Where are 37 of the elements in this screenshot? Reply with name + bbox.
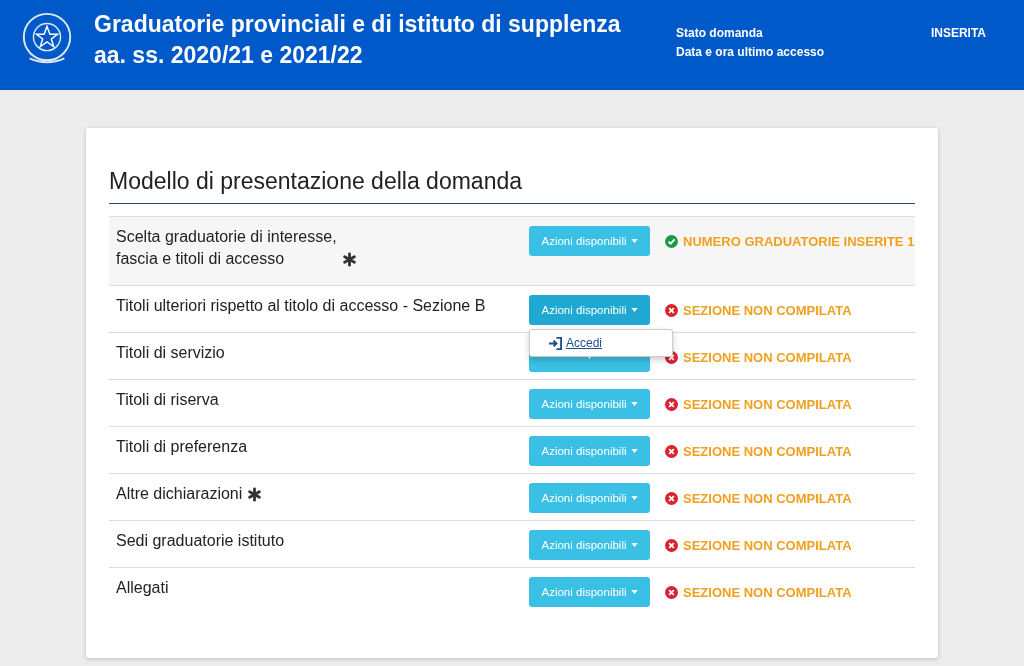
- section-label: Scelta graduatorie di interesse, fascia e titoli di accesso: [116, 227, 337, 269]
- section-label: Titoli di riserva: [116, 390, 219, 410]
- actions-button[interactable]: Azioni disponibili: [529, 226, 650, 256]
- caret-icon: [630, 543, 638, 547]
- section-title: Modello di presentazione della domanda: [109, 168, 915, 204]
- info-label: Stato domanda: [676, 26, 764, 40]
- status-text: SEZIONE NON COMPILATA: [683, 302, 852, 318]
- status-text: SEZIONE NON COMPILATA: [683, 584, 852, 600]
- status-text: SEZIONE NON COMPILATA: [683, 537, 852, 553]
- caret-icon: [630, 449, 638, 453]
- status-text: NUMERO GRADUATORIE INSERITE 1: [683, 233, 915, 249]
- status-text: SEZIONE NON COMPILATA: [683, 443, 852, 459]
- section-label: Altre dichiarazioni: [116, 484, 243, 504]
- status-text: SEZIONE NON COMPILATA: [683, 349, 852, 365]
- section-label: Sedi graduatorie istituto: [116, 531, 285, 551]
- actions-button[interactable]: Azioni disponibili: [529, 295, 650, 325]
- caret-icon: [630, 308, 638, 312]
- actions-button[interactable]: Azioni disponibili: [529, 483, 650, 513]
- status-text: SEZIONE NON COMPILATA: [683, 490, 852, 506]
- page-title: Graduatorie provinciali e di istituto di supplenza aa. ss. 2020/21 e 2021/22: [94, 10, 622, 70]
- section-label: Titoli ulteriori rispetto al titolo di accesso - Sezione B: [116, 296, 486, 316]
- actions-button[interactable]: Azioni disponibili: [529, 389, 650, 419]
- info-value: INSERITA: [929, 26, 986, 40]
- caret-icon: [630, 402, 638, 406]
- status-text: SEZIONE NON COMPILATA: [683, 396, 852, 412]
- caret-icon: [630, 590, 638, 594]
- actions-button[interactable]: Azioni disponibili: [529, 530, 650, 560]
- info-label: Data e ora ultimo accesso: [676, 45, 826, 59]
- section-label: Allegati: [116, 578, 169, 598]
- actions-button[interactable]: Azioni disponibili: [529, 577, 650, 607]
- section-label: Titoli di servizio: [116, 343, 225, 363]
- caret-icon: [630, 239, 638, 243]
- section-label: Titoli di preferenza: [116, 437, 248, 457]
- caret-icon: [630, 496, 638, 500]
- sign-in-icon: [548, 336, 563, 350]
- actions-button[interactable]: Azioni disponibili: [529, 436, 650, 466]
- menu-item[interactable]: Accedi: [530, 336, 603, 350]
